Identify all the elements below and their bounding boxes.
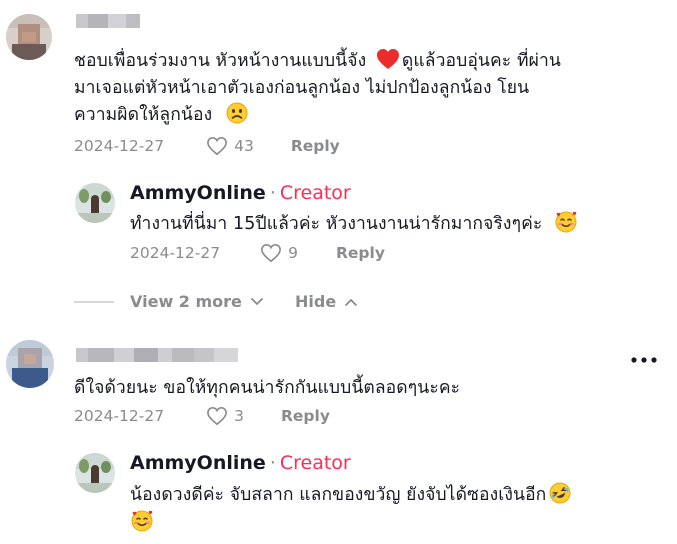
heart-outline-icon [207, 136, 228, 156]
view-more-button[interactable]: View 2 more [130, 292, 264, 311]
chevron-up-icon [345, 298, 358, 306]
reply-like-count: 9 [288, 244, 298, 262]
reply-button[interactable]: Reply [291, 137, 340, 155]
like-count: 43 [234, 137, 254, 155]
comment-text: ชอบเพื่อนร่วมงาน หัวหน้างานแบบนี้จัง ดูแ… [74, 48, 654, 129]
creator-username[interactable]: AmmyOnline [130, 452, 266, 474]
creator-avatar[interactable] [75, 453, 115, 493]
comment-date: 2024-12-27 [74, 137, 165, 155]
more-dots-icon[interactable] [630, 356, 658, 364]
commenter-avatar[interactable] [6, 14, 52, 60]
reply-reply-button[interactable]: Reply [336, 244, 385, 262]
separator-dot: · [269, 452, 276, 474]
comment-meta: 2024-12-27 43 Reply [74, 136, 340, 156]
creator-username[interactable]: AmmyOnline [130, 182, 266, 204]
reply-text: น้องดวงดีค่ะ จับสลาก แลกของขวัญ ยังจับได… [130, 481, 660, 537]
chevron-down-icon [251, 297, 263, 305]
commenter-name-blurred[interactable] [76, 14, 140, 28]
heart-outline-icon [261, 243, 282, 263]
reply-like-button[interactable]: 9 [260, 243, 298, 263]
smiling-face-with-hearts-icon [131, 510, 153, 532]
comment-meta: 2024-12-27 3 Reply [74, 406, 330, 426]
reply-header: AmmyOnline · Creator [130, 182, 351, 204]
reply-date: 2024-12-27 [130, 244, 221, 262]
creator-badge: Creator [279, 182, 351, 204]
commenter-avatar[interactable] [6, 340, 54, 388]
reply-header: AmmyOnline · Creator [130, 452, 351, 474]
reply-meta: 2024-12-27 9 Reply [130, 243, 385, 263]
heart-outline-icon [207, 406, 228, 426]
separator-dot: · [269, 182, 276, 204]
creator-badge: Creator [279, 452, 351, 474]
comment-date: 2024-12-27 [74, 407, 165, 425]
hide-button[interactable]: Hide [295, 292, 358, 311]
smiling-face-with-hearts-icon [555, 211, 577, 233]
like-button[interactable]: 43 [206, 136, 254, 156]
rolling-on-floor-laughing-icon [549, 482, 571, 504]
thread-divider-line [74, 301, 114, 303]
creator-avatar[interactable] [75, 183, 115, 223]
red-heart-icon [376, 49, 399, 69]
like-count: 3 [234, 407, 244, 425]
reply-button[interactable]: Reply [281, 407, 330, 425]
comment-text: ดีใจด้วยนะ ขอให้ทุกคนน่ารักกันแบบนี้ตลอด… [74, 378, 461, 398]
reply-text: ทำงานที่นี่มา 15ปีแล้วค่ะ หัวงานงานน่ารั… [130, 210, 578, 238]
sad-face-icon [226, 102, 248, 124]
commenter-name-blurred[interactable] [76, 348, 238, 362]
like-button[interactable]: 3 [206, 406, 244, 426]
